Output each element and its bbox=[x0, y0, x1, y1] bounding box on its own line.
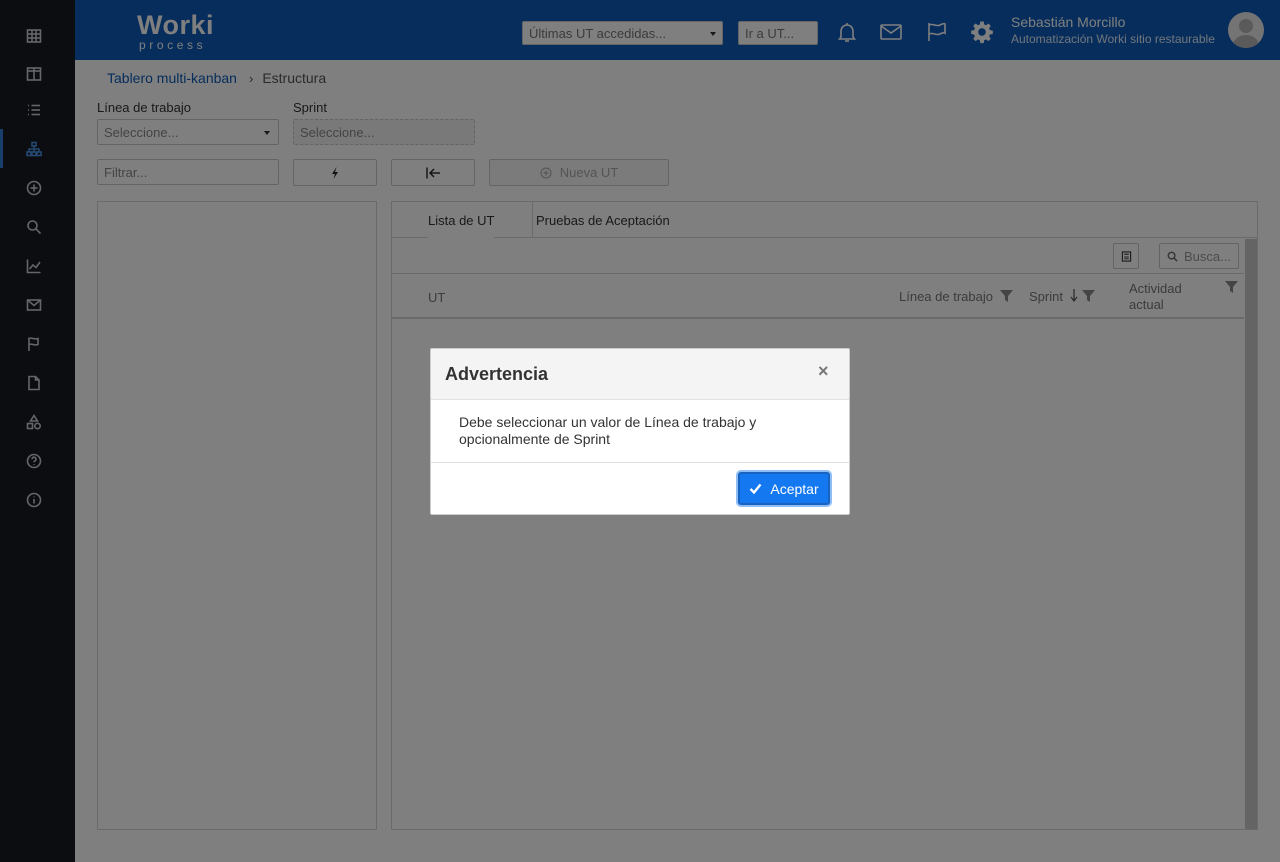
dialog-header: Advertencia × bbox=[431, 349, 849, 400]
accept-button[interactable]: Aceptar bbox=[738, 472, 830, 505]
dialog-message: Debe seleccionar un valor de Línea de tr… bbox=[459, 414, 757, 447]
warning-dialog: Advertencia × Debe seleccionar un valor … bbox=[430, 348, 850, 515]
dialog-footer: Aceptar bbox=[431, 462, 849, 514]
close-button[interactable]: × bbox=[818, 362, 829, 380]
check-icon bbox=[750, 483, 762, 495]
dialog-title: Advertencia bbox=[445, 364, 549, 384]
